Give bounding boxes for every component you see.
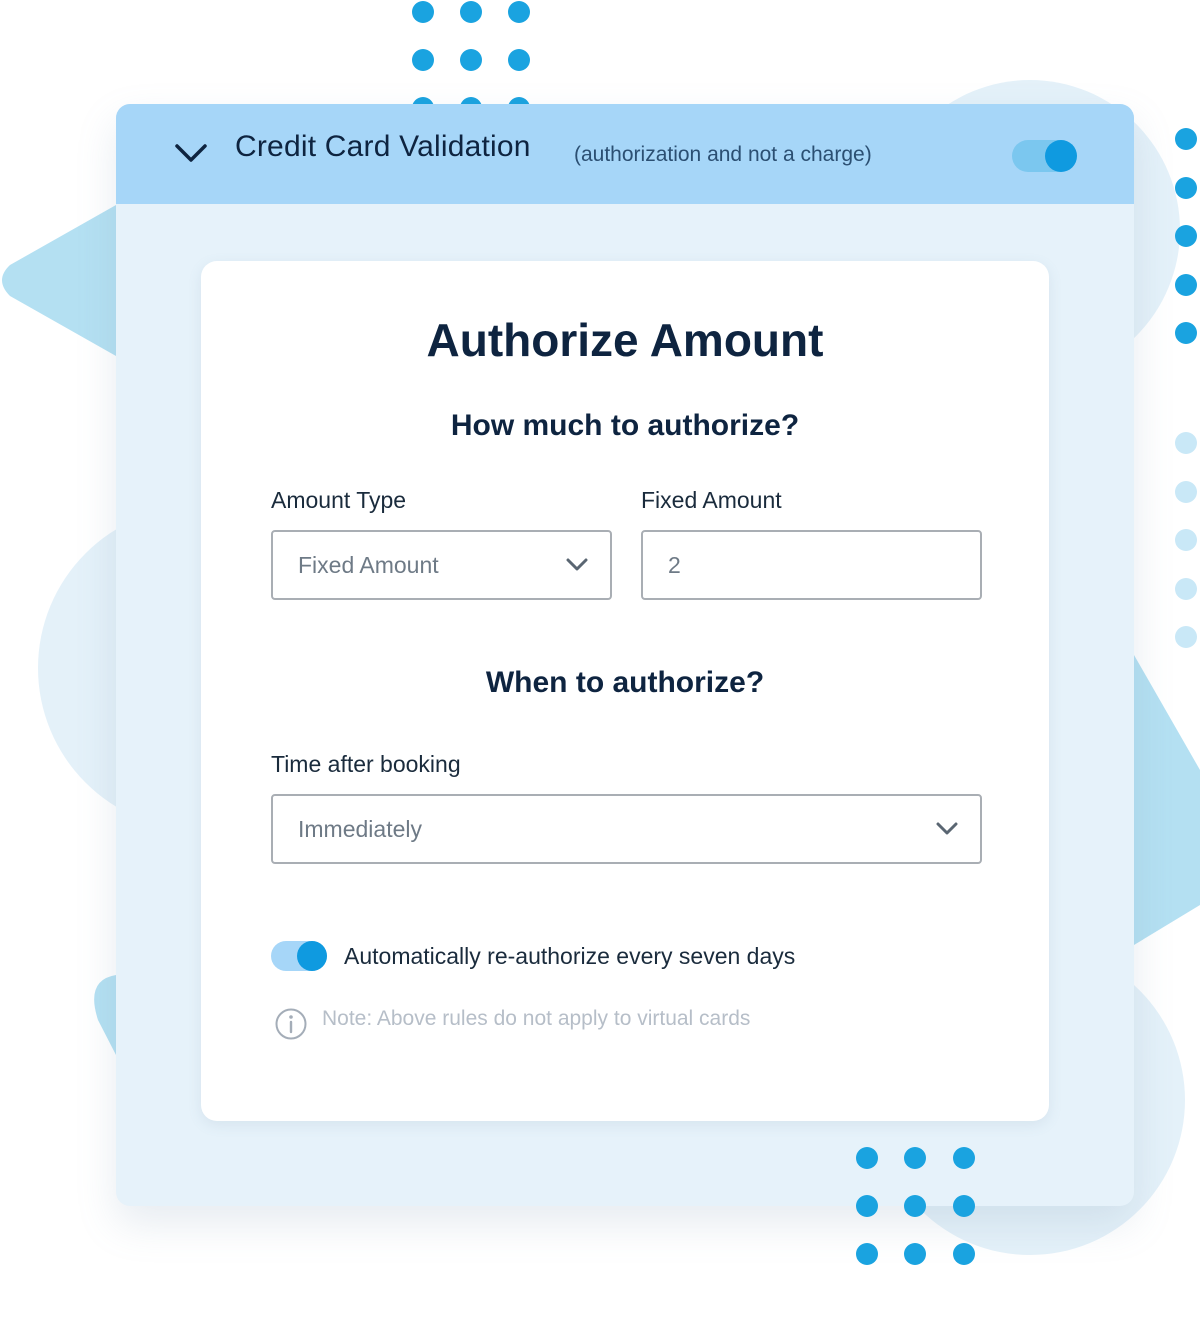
amount-type-value: Fixed Amount (298, 552, 439, 578)
fixed-amount-input[interactable]: 2 (641, 530, 982, 600)
section-title-when: When to authorize? (485, 666, 765, 699)
panel-header[interactable]: Credit Card Validation (authorization an… (116, 104, 1134, 204)
toggle-knob (1045, 140, 1077, 172)
validation-toggle[interactable] (1012, 140, 1077, 172)
time-after-booking-label: Time after booking (271, 751, 461, 777)
virtual-cards-note: Note: Above rules do not apply to virtua… (322, 1007, 751, 1030)
info-icon (275, 1008, 307, 1040)
panel-title: Credit Card Validation (235, 130, 531, 163)
amount-type-label: Amount Type (271, 487, 407, 513)
card-title: Authorize Amount (426, 314, 824, 366)
section-title-how-much: How much to authorize? (450, 409, 800, 442)
reauthorize-toggle[interactable] (271, 941, 327, 971)
amount-type-select[interactable]: Fixed Amount (271, 530, 612, 600)
fixed-amount-label: Fixed Amount (641, 487, 782, 513)
toggle-knob (297, 941, 327, 971)
authorize-amount-card: Authorize Amount How much to authorize? … (201, 261, 1049, 1121)
time-after-booking-value: Immediately (298, 816, 422, 842)
chevron-down-icon (936, 822, 958, 835)
panel-subtitle: (authorization and not a charge) (574, 143, 872, 166)
fixed-amount-value: 2 (668, 552, 681, 578)
reauthorize-label: Automatically re-authorize every seven d… (344, 943, 796, 969)
time-after-booking-select[interactable]: Immediately (271, 794, 982, 864)
chevron-down-icon[interactable] (174, 142, 208, 164)
credit-card-validation-panel: Credit Card Validation (authorization an… (116, 104, 1134, 1206)
chevron-down-icon (566, 558, 588, 571)
